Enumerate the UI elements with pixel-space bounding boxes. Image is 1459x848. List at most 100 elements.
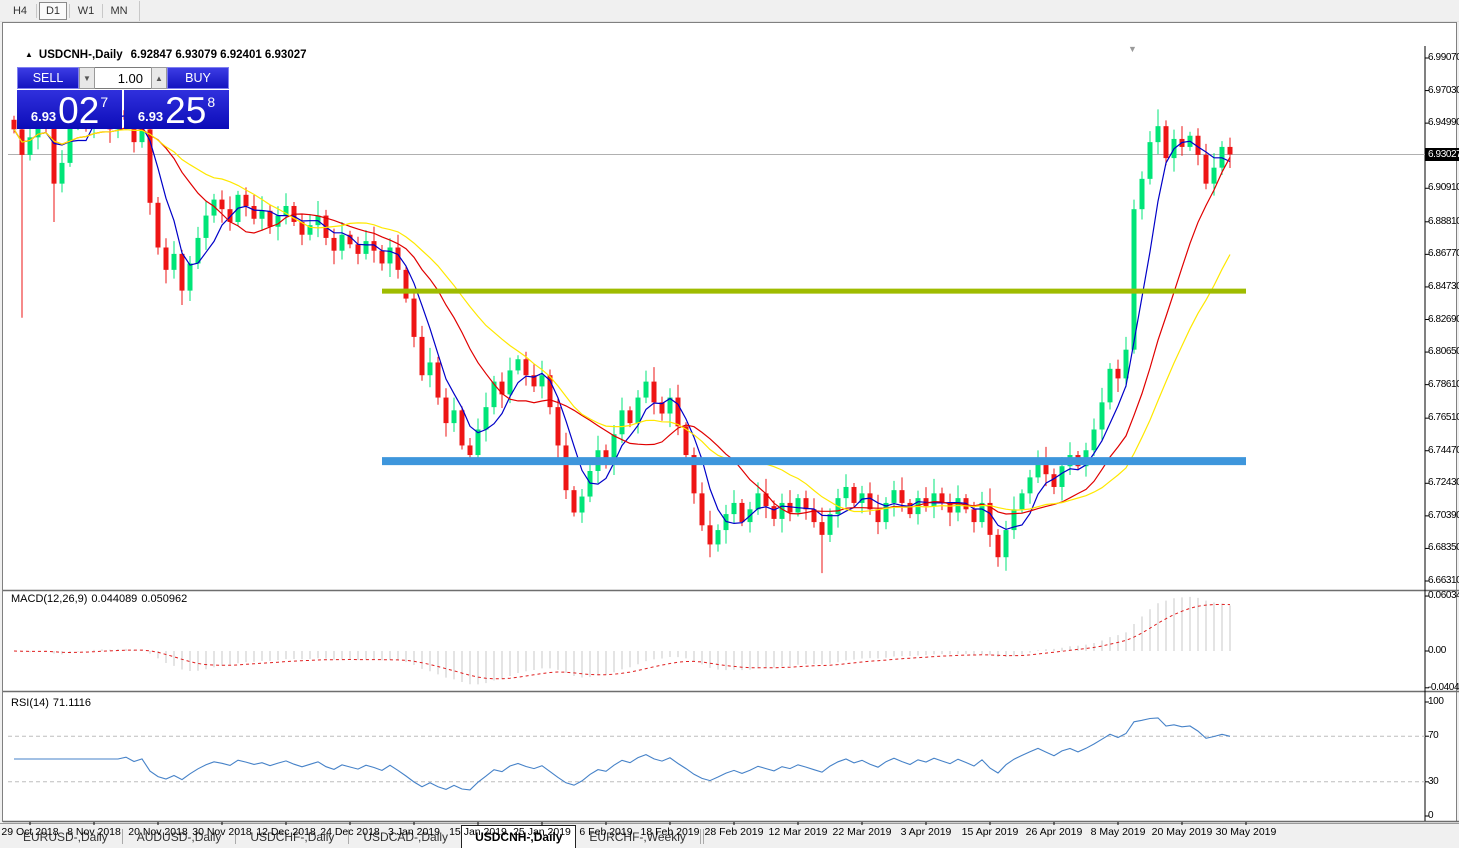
date-axis-label: 20 Nov 2018 <box>128 826 188 838</box>
candle-body <box>1139 178 1145 210</box>
sell-price-box[interactable]: 6.93 02 7 <box>17 89 122 129</box>
candle-body <box>1099 402 1105 430</box>
candle-body <box>259 210 265 219</box>
date-axis-label: 26 Apr 2019 <box>1025 826 1083 838</box>
candle-body <box>59 162 65 184</box>
candle-body <box>411 298 417 337</box>
candle-body <box>507 370 513 395</box>
timeframe-button-w1[interactable]: W1 <box>72 2 100 20</box>
sell-price-point: 7 <box>100 94 109 110</box>
rsi-indicator-header: RSI(14) 71.1116 <box>11 697 95 709</box>
rsi-axis-label: 100 <box>1428 696 1444 707</box>
price-axis-label: 6.66310 <box>1428 575 1459 586</box>
candle-body <box>339 234 345 251</box>
price-axis-label: 6.70390 <box>1428 509 1459 521</box>
timeframe-button-d1[interactable]: D1 <box>39 1 67 20</box>
timeframe-button-mn[interactable]: MN <box>105 2 133 20</box>
collapse-arrow-icon[interactable]: ▲ <box>25 50 33 59</box>
macd-label: MACD(12,26,9) <box>11 593 88 605</box>
candle-body <box>739 502 745 523</box>
candle-body <box>1003 530 1009 558</box>
rsi-label: RSI(14) <box>11 697 49 709</box>
candle-body <box>627 410 633 424</box>
candle-body <box>1211 167 1217 184</box>
date-axis-label: 3 Jan 2019 <box>388 826 440 838</box>
date-axis-label: 22 Mar 2019 <box>832 826 892 838</box>
price-axis-label: 6.72430 <box>1428 477 1459 489</box>
candle-body <box>779 502 785 519</box>
macd-axis-label: 0.06034 <box>1428 590 1459 602</box>
candle-body <box>483 407 489 430</box>
price-axis-label: 6.88810 <box>1428 215 1459 227</box>
candle-body <box>971 509 977 523</box>
date-axis-label: 28 Feb 2019 <box>704 826 764 838</box>
date-axis-label: 6 Feb 2019 <box>579 826 633 838</box>
rsi-axis-label: 30 <box>1428 775 1439 787</box>
toolbar-separator <box>69 3 70 18</box>
candle-body <box>787 502 793 513</box>
candle-body <box>1203 154 1209 184</box>
candle-body <box>419 336 425 376</box>
candle-body <box>187 263 193 291</box>
candle-body <box>379 250 385 264</box>
candle-body <box>795 498 801 513</box>
candle-body <box>427 362 433 376</box>
chart-canvas[interactable] <box>3 23 1459 848</box>
candle-body <box>355 244 361 254</box>
toolbar-separator <box>36 3 37 18</box>
timeframe-button-h4[interactable]: H4 <box>6 2 34 20</box>
candle-body <box>803 498 809 510</box>
macd-axis-label: 0.00 <box>1428 645 1446 656</box>
date-axis-label: 8 May 2019 <box>1090 826 1146 838</box>
price-axis-label: 6.84730 <box>1428 280 1459 292</box>
volume-input[interactable] <box>95 67 151 89</box>
volume-increase-button[interactable]: ▲ <box>151 67 167 89</box>
candle-body <box>363 241 369 254</box>
candle-body <box>163 247 169 270</box>
candle-body <box>1059 466 1065 487</box>
candle-body <box>1227 146 1233 155</box>
date-axis-label: 15 Jan 2019 <box>449 826 507 838</box>
candle-body <box>1155 126 1161 143</box>
chart-header: ▲ USDCNH-,Daily 6.92847 6.93079 6.92401 6.… <box>25 49 307 61</box>
rsi-line <box>14 717 1231 791</box>
buy-price-box[interactable]: 6.93 25 8 <box>124 89 229 129</box>
candle-body <box>51 126 57 184</box>
candle-body <box>1091 429 1097 451</box>
volume-decrease-button[interactable]: ▼ <box>79 67 95 89</box>
price-axis-label: 6.90910 <box>1428 182 1459 194</box>
rsi-axis-label: 0 <box>1428 810 1434 821</box>
candle-body <box>1027 477 1033 494</box>
candle-body <box>851 486 857 503</box>
date-axis-label: 8 Nov 2018 <box>67 826 121 838</box>
candle-body <box>907 502 913 515</box>
candle-body <box>1163 126 1169 159</box>
candle-body <box>715 530 721 545</box>
date-axis-label: 20 May 2019 <box>1151 826 1213 838</box>
date-axis-label: 25 Jan 2019 <box>513 826 571 838</box>
candle-body <box>331 237 337 251</box>
candle-body <box>451 410 457 424</box>
candle-body <box>931 493 937 507</box>
candle-body <box>899 490 905 503</box>
sell-button[interactable]: SELL <box>17 67 79 89</box>
timeframe-toolbar: H4 D1 W1 MN <box>0 0 1459 22</box>
buy-price-point: 8 <box>207 94 216 110</box>
candle-body <box>1107 368 1113 403</box>
candle-body <box>155 202 161 248</box>
one-click-trading-panel: SELL ▼ ▲ BUY 6.93 02 7 6.93 25 8 <box>17 67 229 129</box>
candle-body <box>1051 474 1057 487</box>
buy-button[interactable]: BUY <box>167 67 229 89</box>
price-axis-label: 6.99070 <box>1428 52 1459 63</box>
toolbar-separator <box>139 0 140 21</box>
date-axis-label: 30 Nov 2018 <box>192 826 252 838</box>
candle-body <box>499 381 505 395</box>
chart-shift-marker-icon[interactable]: ▼ <box>1128 44 1137 54</box>
candle-body <box>995 534 1001 558</box>
candle-body <box>563 445 569 491</box>
candle-body <box>699 493 705 526</box>
candle-body <box>875 509 881 523</box>
candle-body <box>675 397 681 427</box>
candle-body <box>755 493 761 510</box>
candle-body <box>1019 493 1025 510</box>
